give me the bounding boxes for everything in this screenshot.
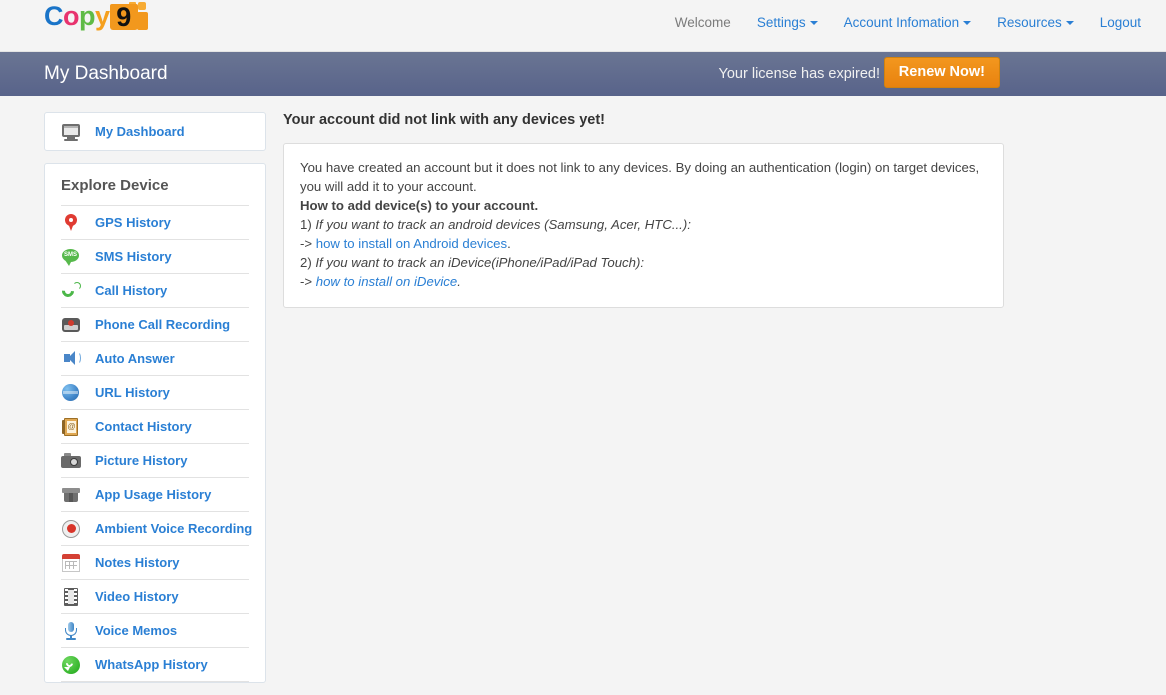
logo-square-right-icon bbox=[136, 12, 148, 30]
sidebar-item-label: GPS History bbox=[95, 215, 171, 230]
intro-paragraph: You have created an account but it does … bbox=[300, 160, 980, 194]
logo-letter-p: p bbox=[79, 1, 96, 31]
nav-account-information[interactable]: Account Infomation bbox=[831, 8, 985, 38]
chevron-down-icon bbox=[963, 21, 972, 25]
sidebar: My Dashboard Explore Device GPS History … bbox=[44, 112, 266, 695]
sidebar-item-label: SMS History bbox=[95, 249, 172, 264]
nav-resources[interactable]: Resources bbox=[984, 8, 1087, 38]
step-2-prefix: 2) bbox=[300, 255, 316, 270]
step-1-prefix: 1) bbox=[300, 217, 316, 232]
map-pin-icon bbox=[61, 213, 81, 233]
step-2-end: . bbox=[457, 274, 461, 289]
sidebar-item-label: Voice Memos bbox=[95, 623, 178, 638]
phone-handset-icon bbox=[59, 281, 81, 301]
nav-account-information-label: Account Infomation bbox=[843, 15, 960, 30]
chevron-down-icon bbox=[1065, 21, 1074, 25]
sidebar-item-url-history[interactable]: URL History bbox=[45, 376, 265, 409]
sidebar-dashboard-panel: My Dashboard bbox=[44, 112, 266, 151]
step-2-line: 2) If you want to track an iDevice(iPhon… bbox=[300, 253, 987, 272]
film-strip-icon bbox=[61, 587, 81, 607]
logo-digit-9: 9 bbox=[116, 2, 131, 32]
renew-now-button[interactable]: Renew Now! bbox=[883, 57, 1000, 88]
logo-letter-y: y bbox=[95, 1, 110, 31]
sidebar-item-call-history[interactable]: Call History bbox=[45, 274, 265, 307]
sidebar-item-label: Picture History bbox=[95, 453, 188, 468]
sidebar-item-label: Phone Call Recording bbox=[95, 317, 231, 332]
voice-recorder-icon bbox=[61, 315, 81, 335]
sidebar-item-label: My Dashboard bbox=[95, 124, 185, 139]
sidebar-item-label: Call History bbox=[95, 283, 168, 298]
package-box-icon bbox=[61, 485, 81, 505]
sidebar-item-picture-history[interactable]: Picture History bbox=[45, 444, 265, 477]
step-2-text: If you want to track an iDevice(iPhone/i… bbox=[315, 255, 645, 270]
nav-settings[interactable]: Settings bbox=[744, 8, 831, 38]
step-1-text: If you want to track an android devices … bbox=[315, 217, 691, 232]
sidebar-item-whatsapp-history[interactable]: WhatsApp History bbox=[45, 648, 265, 681]
logo-letter-o: o bbox=[63, 1, 80, 31]
sidebar-item-label: URL History bbox=[95, 385, 170, 400]
sidebar-item-label: WhatsApp History bbox=[95, 657, 208, 672]
android-install-link[interactable]: how to install on Android devices bbox=[316, 236, 507, 251]
sidebar-item-app-usage-history[interactable]: App Usage History bbox=[45, 478, 265, 511]
sidebar-item-voice-memos[interactable]: Voice Memos bbox=[45, 614, 265, 647]
top-navigation: Welcome Settings Account Infomation Reso… bbox=[662, 8, 1154, 38]
logo-app-mark-icon: 9 bbox=[109, 1, 150, 32]
address-book-icon bbox=[61, 417, 81, 437]
explore-device-heading: Explore Device bbox=[61, 177, 169, 194]
globe-icon bbox=[61, 383, 81, 403]
step-1-link-line: -> how to install on Android devices. bbox=[300, 234, 987, 253]
main-content: Your account did not link with any devic… bbox=[283, 112, 1004, 308]
camera-icon bbox=[61, 451, 81, 471]
chevron-down-icon bbox=[809, 21, 818, 25]
step-2-link-line: -> how to install on iDevice. bbox=[300, 272, 987, 291]
step-1-end: . bbox=[507, 236, 511, 251]
monitor-icon bbox=[61, 122, 81, 142]
sidebar-item-label: Contact History bbox=[95, 419, 192, 434]
speaker-icon bbox=[61, 349, 81, 369]
step-1-arrow: -> bbox=[300, 236, 316, 251]
logo-square-top-icon bbox=[137, 2, 146, 10]
idevice-install-link[interactable]: how to install on iDevice bbox=[316, 274, 457, 289]
sidebar-item-label: Ambient Voice Recording bbox=[95, 521, 253, 536]
sidebar-item-notes-history[interactable]: Notes History bbox=[45, 546, 265, 579]
sidebar-item-phone-call-recording[interactable]: Phone Call Recording bbox=[45, 308, 265, 341]
sidebar-item-auto-answer[interactable]: Auto Answer bbox=[45, 342, 265, 375]
microphone-icon bbox=[61, 621, 81, 641]
record-button-icon bbox=[61, 519, 81, 539]
sidebar-item-my-dashboard[interactable]: My Dashboard bbox=[45, 113, 265, 150]
sidebar-item-label: Auto Answer bbox=[95, 351, 175, 366]
copy9-logo[interactable]: Copy 9 bbox=[44, 0, 150, 32]
step-1-line: 1) If you want to track an android devic… bbox=[300, 215, 987, 234]
nav-resources-label: Resources bbox=[997, 15, 1062, 30]
nav-settings-label: Settings bbox=[756, 15, 806, 30]
sidebar-item-contact-history[interactable]: Contact History bbox=[45, 410, 265, 443]
nav-welcome: Welcome bbox=[662, 8, 744, 38]
divider bbox=[61, 681, 249, 682]
nav-logout-label: Logout bbox=[1099, 15, 1141, 30]
sidebar-item-ambient-voice-recording[interactable]: Ambient Voice Recording bbox=[45, 512, 265, 545]
calendar-icon bbox=[61, 553, 81, 573]
device-link-info-box: You have created an account but it does … bbox=[283, 143, 1004, 308]
sidebar-item-video-history[interactable]: Video History bbox=[45, 580, 265, 613]
page-title: My Dashboard bbox=[44, 63, 168, 84]
whatsapp-icon bbox=[61, 655, 81, 675]
sidebar-item-sms-history[interactable]: SMS SMS History bbox=[45, 240, 265, 273]
sidebar-explore-device-panel: Explore Device GPS History SMS SMS Histo… bbox=[44, 163, 266, 683]
sms-bubble-icon: SMS bbox=[61, 247, 81, 267]
how-to-title: How to add device(s) to your account. bbox=[300, 198, 539, 213]
sidebar-item-gps-history[interactable]: GPS History bbox=[45, 206, 265, 239]
main-heading: Your account did not link with any devic… bbox=[283, 112, 606, 128]
sidebar-item-label: App Usage History bbox=[95, 487, 212, 502]
sidebar-item-label: Notes History bbox=[95, 555, 180, 570]
nav-welcome-label: Welcome bbox=[674, 15, 731, 30]
logo-letter-c: C bbox=[44, 1, 64, 31]
license-expired-message: Your license has expired! bbox=[718, 66, 880, 82]
step-2-arrow: -> bbox=[300, 274, 316, 289]
sidebar-item-label: Video History bbox=[95, 589, 179, 604]
nav-logout[interactable]: Logout bbox=[1087, 8, 1154, 38]
top-header-bar: Copy 9 Welcome Settings Account Infomati… bbox=[0, 0, 1166, 52]
